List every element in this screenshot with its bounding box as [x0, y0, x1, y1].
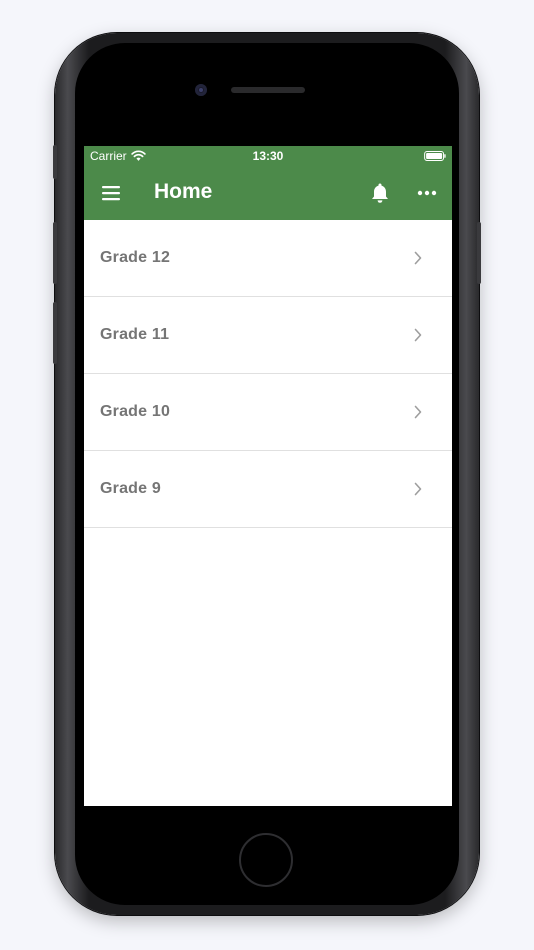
grade-label: Grade 10: [100, 403, 171, 420]
chevron-right-icon: [414, 328, 422, 342]
status-time: 13:30: [252, 149, 284, 163]
power-button: [477, 222, 481, 284]
screen: Carrier 13:30 Home Grade 12 Grade 11 Gra…: [84, 146, 452, 806]
more-horizontal-icon[interactable]: [417, 190, 437, 196]
app-bar: Home: [84, 166, 452, 220]
front-camera: [195, 84, 207, 96]
status-bar: Carrier 13:30: [84, 146, 452, 166]
volume-up-button: [53, 222, 57, 284]
battery-icon: [424, 151, 446, 161]
home-button[interactable]: [239, 833, 293, 887]
bell-icon[interactable]: [370, 182, 390, 204]
silent-switch: [53, 145, 57, 179]
grade-item-10[interactable]: Grade 10: [84, 374, 452, 451]
volume-down-button: [53, 302, 57, 364]
grade-list: Grade 12 Grade 11 Grade 10 Grade 9: [84, 220, 452, 528]
grade-item-12[interactable]: Grade 12: [84, 220, 452, 297]
grade-label: Grade 11: [100, 326, 170, 343]
earpiece-speaker: [231, 87, 305, 93]
grade-label: Grade 9: [100, 480, 161, 497]
grade-item-9[interactable]: Grade 9: [84, 451, 452, 528]
hamburger-menu-icon[interactable]: [101, 183, 121, 203]
grade-item-11[interactable]: Grade 11: [84, 297, 452, 374]
page-title: Home: [154, 180, 213, 203]
chevron-right-icon: [414, 405, 422, 419]
chevron-right-icon: [414, 482, 422, 496]
grade-label: Grade 12: [100, 249, 171, 266]
chevron-right-icon: [414, 251, 422, 265]
